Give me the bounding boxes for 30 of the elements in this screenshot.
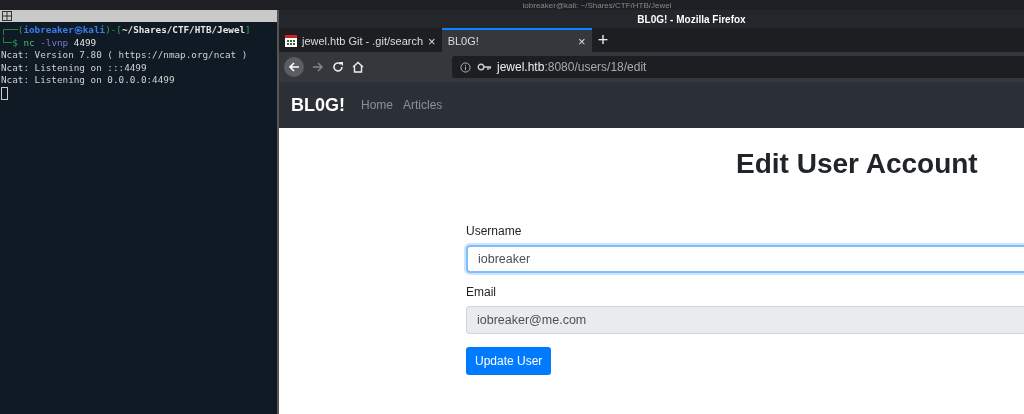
desktop-title: iobreaker@kali: ~/Shares/CTF/HTB/Jewel bbox=[0, 0, 1024, 10]
brand-logo[interactable]: BL0G! bbox=[291, 94, 345, 116]
update-user-button[interactable]: Update User bbox=[466, 347, 552, 375]
terminal-line: └─$ nc -lvnp 4499 bbox=[1, 36, 98, 49]
nav-link[interactable]: Home bbox=[361, 98, 393, 112]
split-view-icon[interactable] bbox=[2, 11, 12, 21]
new-tab-button[interactable]: + bbox=[597, 29, 609, 51]
forward-icon[interactable] bbox=[312, 61, 324, 73]
window-title: BL0G! - Mozilla Firefox bbox=[279, 10, 1024, 28]
field-label: Email bbox=[466, 285, 497, 299]
grid-icon bbox=[285, 35, 297, 47]
terminal-line: Ncat: Listening on :::4499 bbox=[1, 61, 148, 74]
terminal-line: Ncat: Listening on 0.0.0.0:4499 bbox=[1, 74, 176, 87]
info-icon[interactable] bbox=[460, 61, 471, 73]
terminal-line: ┌──(iobreaker㉿kali)-[~/Shares/CTF/HTB/Jewel] bbox=[1, 24, 252, 36]
home-icon[interactable] bbox=[352, 61, 364, 73]
back-button[interactable] bbox=[284, 57, 304, 77]
input-field[interactable]: iobreaker bbox=[466, 245, 1024, 273]
reload-icon[interactable] bbox=[332, 61, 344, 73]
close-icon[interactable]: × bbox=[578, 33, 586, 49]
close-icon[interactable]: × bbox=[428, 33, 436, 49]
page-heading: Edit User Account bbox=[735, 148, 979, 180]
cursor bbox=[1, 86, 8, 100]
field-label: Username bbox=[466, 224, 523, 238]
key-icon bbox=[477, 63, 491, 71]
browser-tab[interactable]: BL0G! × bbox=[441, 28, 592, 52]
terminal-line: Ncat: Version 7.80 ( https://nmap.org/ncat ) bbox=[1, 49, 249, 62]
browser-tab[interactable]: jewel.htb Git - .git/search × bbox=[279, 28, 442, 52]
nav-link[interactable]: Articles bbox=[403, 98, 443, 112]
url-text[interactable]: jewel.htb:8080/users/18/edit bbox=[497, 60, 647, 74]
